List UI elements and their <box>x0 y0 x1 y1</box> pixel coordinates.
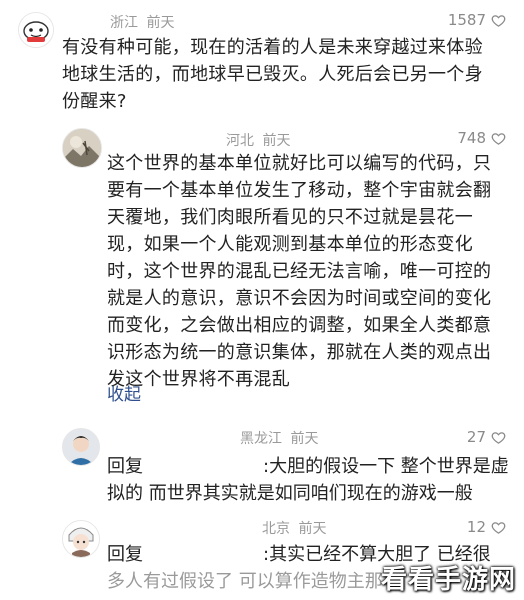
avatar[interactable] <box>18 12 54 48</box>
comment-line: 要有一个基本单位发生了移动，整个宇宙就会翻 <box>107 180 492 201</box>
avatar[interactable] <box>62 520 100 558</box>
heart-outline-icon <box>491 431 506 444</box>
cartoon-avatar-icon <box>19 13 53 47</box>
heart-outline-icon <box>491 132 506 145</box>
region-label: 北京 <box>262 521 290 537</box>
like-count: 12 <box>466 518 486 536</box>
reply-line: 回复 :大胆的假设一下 整个世界是虚 <box>107 452 509 478</box>
reply-line: 多人有过假设了 可以算作造物主那 <box>107 567 383 593</box>
comment-text: 这个世界的基本单位就好比可以编写的代码，只 要有一个基本单位发生了移动，整个宇宙… <box>107 150 491 393</box>
comment-text: 有没有种可能，现在的活着的人是未来穿越过来体验 地球生活的，而地球早已毁灭。人死… <box>62 34 483 115</box>
comment-2: 河北 前天 748 这个世界的基本单位就好比可以编写的代码，只 要有一个基本单位… <box>0 118 524 418</box>
reply-label[interactable]: 回复 <box>107 544 143 565</box>
comment-3: 黑龙江 前天 27 回复 :大胆的假设一下 整个世界是虚 拟的 而世界其实就是如同… <box>0 420 524 512</box>
comment-meta: 河北 前天 <box>226 130 290 150</box>
comment-line: 这个世界的基本单位就好比可以编写的代码，只 <box>107 153 492 174</box>
comment-line: 天覆地，我们肉眼所看见的只不过就是昙花一 <box>107 207 473 228</box>
like-button[interactable]: 748 <box>457 129 506 147</box>
comment-line: 而变化，之会做出相应的调整，如果全人类都意 <box>107 315 492 336</box>
comment-1: 浙江 前天 1587 有没有种可能，现在的活着的人是未来穿越过来体验 地球生活的… <box>0 0 524 120</box>
region-label: 黑龙江 <box>240 431 282 447</box>
comment-line: 份醒来? <box>62 91 127 112</box>
comment-line: 地球生活的，而地球早已毁灭。人死后会已另一个身 <box>62 64 483 85</box>
heart-outline-icon <box>491 14 506 27</box>
time-label: 前天 <box>262 133 291 149</box>
reply-text: 多人有过假设了 可以算作造物主那 <box>107 571 383 592</box>
region-label: 浙江 <box>110 15 138 31</box>
site-watermark: 看看手游网 <box>380 565 516 595</box>
reply-text: :大胆的假设一下 整个世界是虚 <box>263 456 509 477</box>
like-button[interactable]: 1587 <box>448 11 506 29</box>
avatar[interactable] <box>62 128 102 168</box>
heart-outline-icon <box>491 521 506 534</box>
comment-meta: 黑龙江 前天 <box>240 428 318 448</box>
comment-line: 时，这个世界的混乱已经无法言喻，唯一可控的 <box>107 261 492 282</box>
comment-meta: 浙江 前天 <box>110 12 174 32</box>
like-count: 1587 <box>447 11 486 29</box>
comment-line: 有没有种可能，现在的活着的人是未来穿越过来体验 <box>62 37 483 58</box>
comment-line: 发这个世界将不再混乱 <box>107 369 290 390</box>
time-label: 前天 <box>298 521 327 537</box>
anime-avatar-icon <box>63 521 99 557</box>
landscape-avatar-icon <box>63 129 101 167</box>
region-label: 河北 <box>226 133 254 149</box>
like-count: 27 <box>466 428 486 446</box>
comment-line: 现，如果一个人能观测到基本单位的形态变化 <box>107 234 473 255</box>
like-count: 748 <box>457 129 486 147</box>
reply-text: 拟的 而世界其实就是如同咱们现在的游戏一般 <box>107 483 473 504</box>
comment-line: 识形态为统一的意识集体，那就在人类的观点出 <box>107 342 492 363</box>
avatar[interactable] <box>62 428 100 466</box>
reply-label[interactable]: 回复 <box>107 456 143 477</box>
time-label: 前天 <box>290 431 319 447</box>
like-button[interactable]: 12 <box>467 518 506 536</box>
comment-meta: 北京 前天 <box>262 518 326 538</box>
collapse-link[interactable]: 收起 <box>107 380 141 405</box>
comment-line: 就是人的意识，意识不会因为时间或空间的变化 <box>107 288 492 309</box>
like-button[interactable]: 27 <box>467 428 506 446</box>
person-avatar-icon <box>63 429 99 465</box>
reply-line: 拟的 而世界其实就是如同咱们现在的游戏一般 <box>107 479 473 505</box>
time-label: 前天 <box>146 15 175 31</box>
